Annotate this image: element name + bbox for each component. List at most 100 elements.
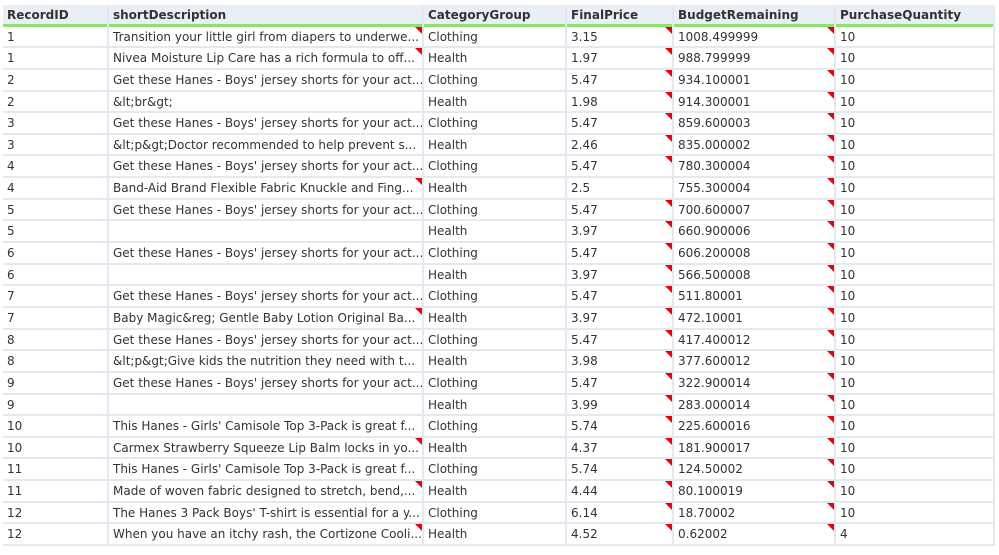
record-id-cell[interactable]: 9 bbox=[3, 372, 107, 395]
final-price-cell[interactable]: 4.44 bbox=[567, 481, 672, 503]
record-id-cell[interactable]: 10 bbox=[3, 437, 107, 460]
record-id-cell[interactable]: 11 bbox=[3, 459, 107, 482]
purchase-quantity-cell[interactable]: 4 bbox=[836, 524, 993, 547]
column-header-budgetremaining[interactable]: BudgetRemaining bbox=[674, 5, 834, 27]
record-id-cell[interactable]: 5 bbox=[3, 199, 107, 222]
final-price-cell[interactable]: 5.47 bbox=[567, 243, 672, 265]
purchase-quantity-cell[interactable]: 10 bbox=[836, 156, 993, 179]
final-price-cell[interactable]: 5.47 bbox=[567, 372, 672, 395]
category-group-cell[interactable]: Clothing bbox=[424, 286, 565, 308]
column-header-categorygroup[interactable]: CategoryGroup bbox=[424, 5, 565, 27]
budget-remaining-cell[interactable]: 700.600007 bbox=[674, 199, 834, 222]
purchase-quantity-cell[interactable]: 10 bbox=[836, 264, 993, 287]
category-group-cell[interactable]: Clothing bbox=[424, 113, 565, 135]
table-row[interactable]: 3 Get these Hanes - Boys' jersey shorts f… bbox=[3, 113, 995, 135]
final-price-cell[interactable]: 2.46 bbox=[567, 134, 672, 157]
table-row[interactable]: 10 This Hanes - Girls' Camisole Top 3-Pac… bbox=[3, 416, 995, 438]
table-row[interactable]: 8 &lt;p&gt;Give kids the nutrition they n… bbox=[3, 351, 995, 373]
short-description-cell[interactable]: &lt;br&gt; bbox=[109, 91, 422, 114]
short-description-cell[interactable]: Get these Hanes - Boys' jersey shorts fo… bbox=[109, 113, 422, 135]
record-id-cell[interactable]: 6 bbox=[3, 264, 107, 287]
category-group-cell[interactable]: Health bbox=[424, 524, 565, 547]
purchase-quantity-cell[interactable]: 10 bbox=[836, 502, 993, 525]
category-group-cell[interactable]: Health bbox=[424, 351, 565, 373]
budget-remaining-cell[interactable]: 377.600012 bbox=[674, 351, 834, 373]
short-description-cell[interactable]: This Hanes - Girls' Camisole Top 3-Pack … bbox=[109, 416, 422, 438]
column-header-purchasequantity[interactable]: PurchaseQuantity bbox=[836, 5, 993, 27]
record-id-cell[interactable]: 2 bbox=[3, 91, 107, 114]
short-description-cell[interactable]: &lt;p&gt;Give kids the nutrition they ne… bbox=[109, 351, 422, 373]
short-description-cell[interactable]: Get these Hanes - Boys' jersey shorts fo… bbox=[109, 69, 422, 92]
short-description-cell[interactable]: Get these Hanes - Boys' jersey shorts fo… bbox=[109, 329, 422, 352]
final-price-cell[interactable]: 5.47 bbox=[567, 199, 672, 222]
budget-remaining-cell[interactable]: 124.50002 bbox=[674, 459, 834, 482]
budget-remaining-cell[interactable]: 755.300004 bbox=[674, 178, 834, 200]
record-id-cell[interactable]: 3 bbox=[3, 134, 107, 157]
final-price-cell[interactable]: 1.98 bbox=[567, 91, 672, 114]
purchase-quantity-cell[interactable]: 10 bbox=[836, 437, 993, 460]
short-description-cell[interactable]: Band-Aid Brand Flexible Fabric Knuckle a… bbox=[109, 178, 422, 200]
final-price-cell[interactable]: 5.74 bbox=[567, 459, 672, 482]
purchase-quantity-cell[interactable]: 10 bbox=[836, 48, 993, 70]
final-price-cell[interactable]: 6.14 bbox=[567, 502, 672, 525]
category-group-cell[interactable]: Clothing bbox=[424, 416, 565, 438]
record-id-cell[interactable]: 7 bbox=[3, 286, 107, 308]
final-price-cell[interactable]: 5.47 bbox=[567, 69, 672, 92]
final-price-cell[interactable]: 3.99 bbox=[567, 394, 672, 417]
purchase-quantity-cell[interactable]: 10 bbox=[836, 481, 993, 503]
record-id-cell[interactable]: 7 bbox=[3, 307, 107, 330]
purchase-quantity-cell[interactable]: 10 bbox=[836, 372, 993, 395]
category-group-cell[interactable]: Health bbox=[424, 481, 565, 503]
record-id-cell[interactable]: 10 bbox=[3, 416, 107, 438]
final-price-cell[interactable]: 5.47 bbox=[567, 156, 672, 179]
category-group-cell[interactable]: Clothing bbox=[424, 459, 565, 482]
category-group-cell[interactable]: Clothing bbox=[424, 372, 565, 395]
table-row[interactable]: 2 &lt;br&gt; Health 1.98 914.300001 10 bbox=[3, 91, 995, 114]
column-header-recordid[interactable]: RecordID bbox=[3, 5, 107, 27]
final-price-cell[interactable]: 5.47 bbox=[567, 113, 672, 135]
purchase-quantity-cell[interactable]: 10 bbox=[836, 26, 993, 49]
final-price-cell[interactable]: 3.97 bbox=[567, 264, 672, 287]
category-group-cell[interactable]: Health bbox=[424, 91, 565, 114]
record-id-cell[interactable]: 1 bbox=[3, 26, 107, 49]
table-row[interactable]: 12 The Hanes 3 Pack Boys' T-shirt is esse… bbox=[3, 502, 995, 525]
short-description-cell[interactable] bbox=[109, 221, 422, 244]
budget-remaining-cell[interactable]: 934.100001 bbox=[674, 69, 834, 92]
short-description-cell[interactable] bbox=[109, 394, 422, 417]
record-id-cell[interactable]: 8 bbox=[3, 329, 107, 352]
budget-remaining-cell[interactable]: 606.200008 bbox=[674, 243, 834, 265]
short-description-cell[interactable]: Baby Magic&reg; Gentle Baby Lotion Origi… bbox=[109, 307, 422, 330]
purchase-quantity-cell[interactable]: 10 bbox=[836, 134, 993, 157]
final-price-cell[interactable]: 5.47 bbox=[567, 329, 672, 352]
budget-remaining-cell[interactable]: 18.70002 bbox=[674, 502, 834, 525]
table-row[interactable]: 3 &lt;p&gt;Doctor recommended to help pre… bbox=[3, 134, 995, 157]
purchase-quantity-cell[interactable]: 10 bbox=[836, 199, 993, 222]
category-group-cell[interactable]: Clothing bbox=[424, 502, 565, 525]
final-price-cell[interactable]: 5.47 bbox=[567, 286, 672, 308]
category-group-cell[interactable]: Clothing bbox=[424, 199, 565, 222]
table-row[interactable]: 11 Made of woven fabric designed to stret… bbox=[3, 481, 995, 503]
table-row[interactable]: 9 Health 3.99 283.000014 10 bbox=[3, 394, 995, 417]
category-group-cell[interactable]: Health bbox=[424, 307, 565, 330]
record-id-cell[interactable]: 4 bbox=[3, 178, 107, 200]
category-group-cell[interactable]: Health bbox=[424, 178, 565, 200]
record-id-cell[interactable]: 6 bbox=[3, 243, 107, 265]
record-id-cell[interactable]: 12 bbox=[3, 502, 107, 525]
final-price-cell[interactable]: 3.98 bbox=[567, 351, 672, 373]
purchase-quantity-cell[interactable]: 10 bbox=[836, 178, 993, 200]
category-group-cell[interactable]: Clothing bbox=[424, 329, 565, 352]
short-description-cell[interactable]: The Hanes 3 Pack Boys' T-shirt is essent… bbox=[109, 502, 422, 525]
purchase-quantity-cell[interactable]: 10 bbox=[836, 351, 993, 373]
table-row[interactable]: 6 Health 3.97 566.500008 10 bbox=[3, 264, 995, 287]
budget-remaining-cell[interactable]: 780.300004 bbox=[674, 156, 834, 179]
final-price-cell[interactable]: 1.97 bbox=[567, 48, 672, 70]
purchase-quantity-cell[interactable]: 10 bbox=[836, 416, 993, 438]
category-group-cell[interactable]: Health bbox=[424, 264, 565, 287]
short-description-cell[interactable]: Get these Hanes - Boys' jersey shorts fo… bbox=[109, 372, 422, 395]
record-id-cell[interactable]: 8 bbox=[3, 351, 107, 373]
purchase-quantity-cell[interactable]: 10 bbox=[836, 307, 993, 330]
category-group-cell[interactable]: Health bbox=[424, 394, 565, 417]
table-row[interactable]: 2 Get these Hanes - Boys' jersey shorts f… bbox=[3, 69, 995, 92]
budget-remaining-cell[interactable]: 0.62002 bbox=[674, 524, 834, 547]
category-group-cell[interactable]: Clothing bbox=[424, 26, 565, 49]
